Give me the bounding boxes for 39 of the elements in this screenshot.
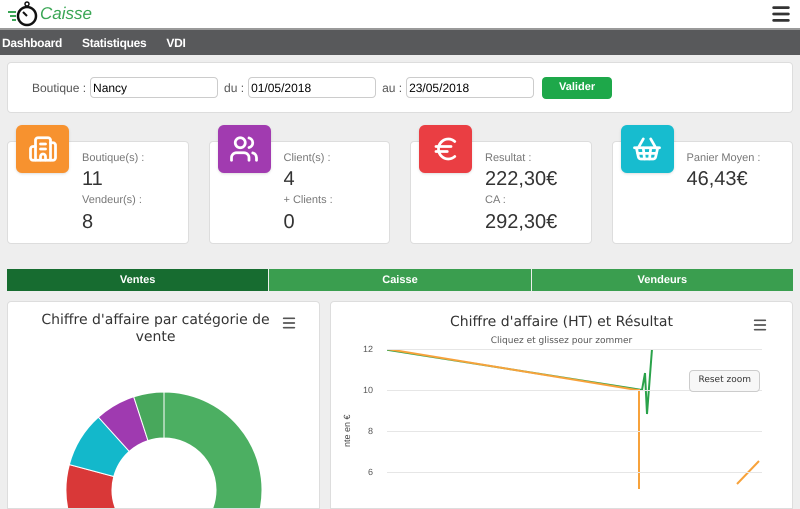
field-label: au :: [382, 80, 402, 96]
nav-link[interactable]: VDI: [166, 34, 186, 52]
axis-tick-label: 6: [368, 466, 373, 478]
menu-icon[interactable]: [752, 317, 768, 333]
menu-icon[interactable]: [281, 315, 297, 331]
stat-label: Resultat :: [485, 150, 532, 166]
stat-value: 222,30€: [485, 167, 558, 192]
tab[interactable]: Ventes: [7, 268, 268, 291]
logo-text: Caisse: [40, 3, 92, 26]
stat-label: Vendeur(s) :: [82, 193, 143, 208]
stopwatch-logo-icon: [8, 1, 38, 28]
axis-title: nte en €: [341, 414, 353, 446]
stat-label: Client(s) :: [284, 150, 332, 166]
chart-title: Chiffre d'affaire par catégorie de vente: [40, 312, 271, 346]
stat-label: + Clients :: [284, 193, 334, 208]
nav-link[interactable]: Dashboard: [2, 34, 62, 52]
stat-value: 8: [82, 210, 94, 235]
stat-value: 46,43€: [686, 167, 749, 192]
stat-value: 292,30€: [485, 210, 558, 235]
stat-value: 0: [284, 210, 296, 235]
stat-label: CA :: [485, 193, 507, 208]
axis-tick-label: 8: [368, 424, 373, 438]
chart-subtitle: Cliquez et glissez pour zommer: [490, 335, 632, 348]
reset-zoom-button[interactable]: Reset zoom: [689, 370, 760, 392]
nav-link[interactable]: Statistiques: [82, 34, 146, 52]
users-icon: [229, 134, 259, 164]
stat-value: 11: [82, 167, 104, 192]
text-input[interactable]: 23/05/2018: [406, 77, 534, 98]
text-input[interactable]: Nancy: [90, 77, 218, 98]
building-icon: [28, 134, 58, 164]
axis-tick-label: 10: [362, 384, 373, 396]
stat-value: 4: [284, 167, 296, 192]
field-label: Boutique :: [32, 80, 86, 96]
field-label: du :: [224, 80, 244, 96]
text-input[interactable]: 01/05/2018: [248, 77, 376, 98]
axis-tick-label: 12: [362, 342, 373, 356]
stat-label: Panier Moyen :: [686, 150, 762, 166]
chart-title: Chiffre d'affaire (HT) et Résultat: [450, 313, 673, 332]
stat-label: Boutique(s) :: [82, 150, 146, 166]
